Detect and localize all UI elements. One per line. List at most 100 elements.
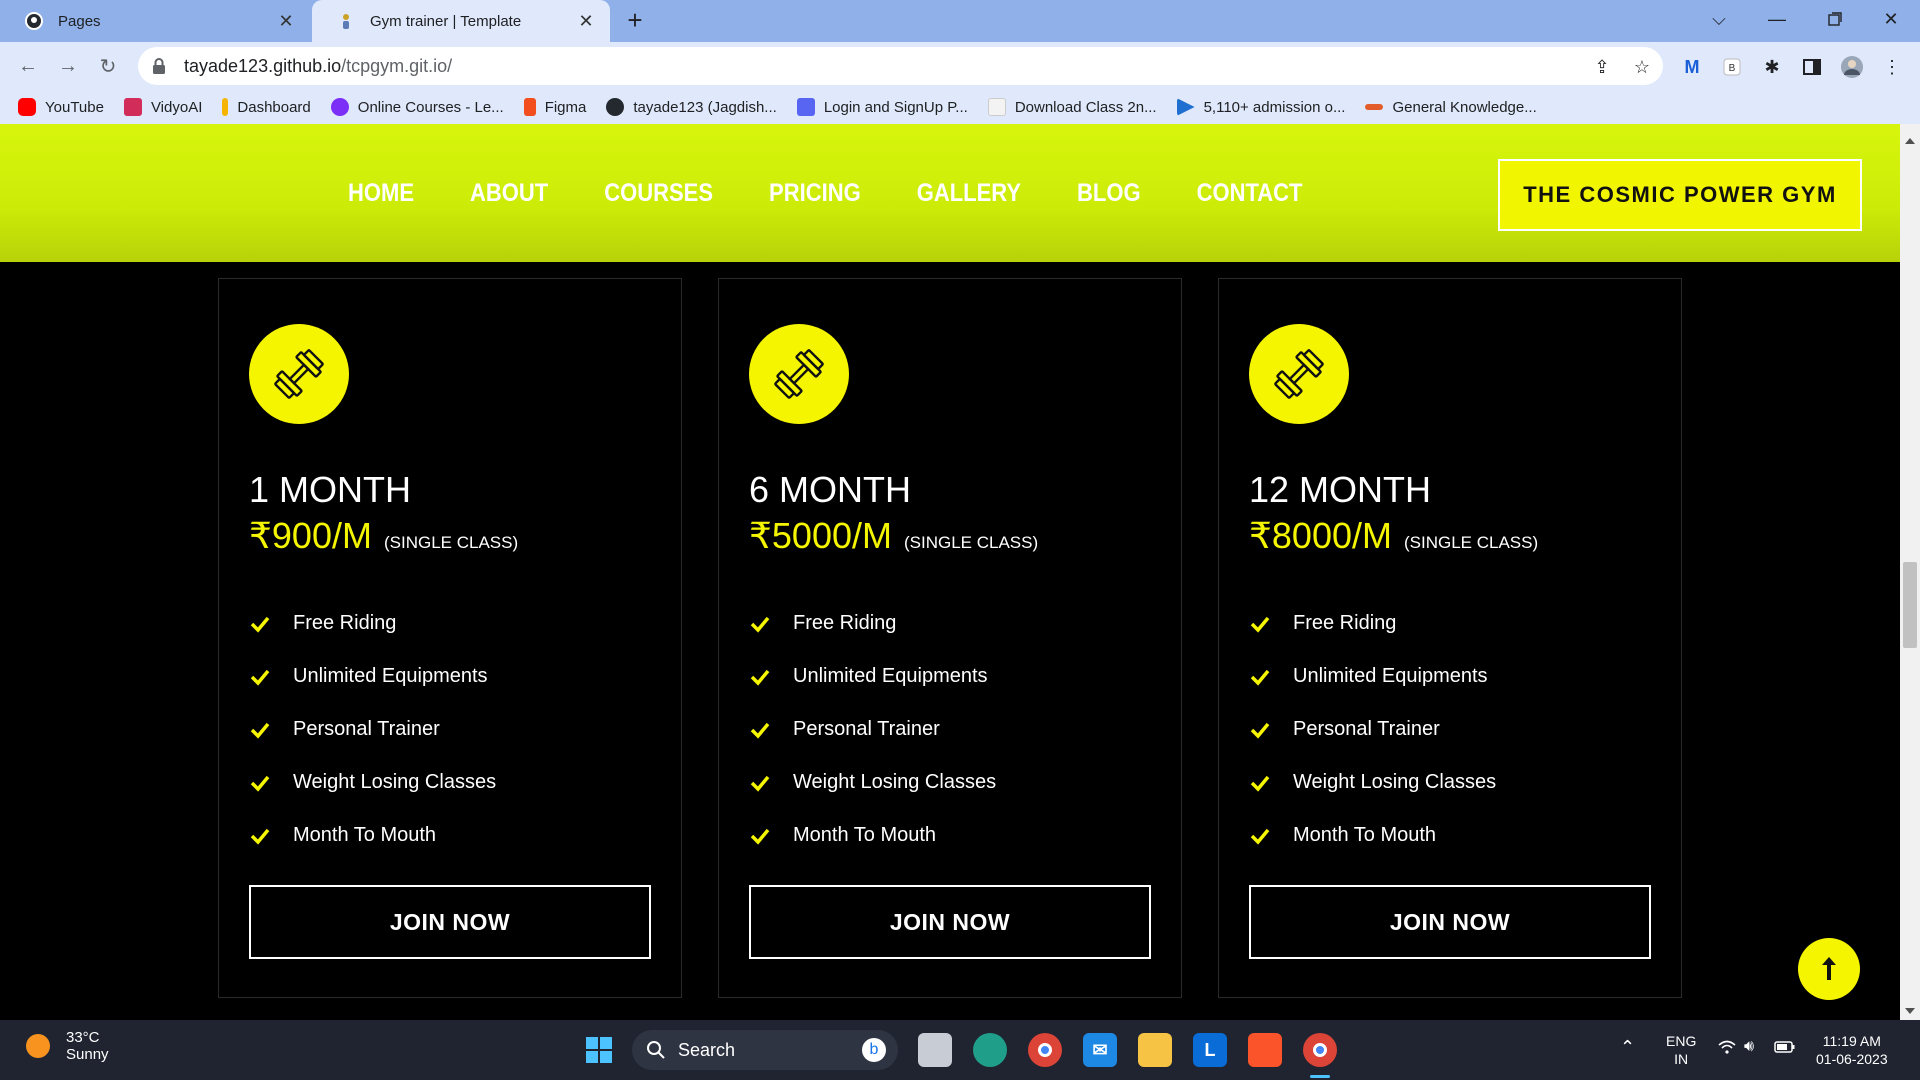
share-icon[interactable]: ⇪ — [1590, 55, 1614, 79]
udemy-icon — [330, 98, 349, 116]
plan-price: ₹5000/M — [749, 515, 892, 556]
nav-blog[interactable]: BLOG — [1077, 178, 1141, 207]
edge-icon[interactable] — [973, 1033, 1007, 1067]
search-icon — [647, 1041, 665, 1059]
address-bar[interactable]: tayade123.github.io/tcpgym.git.io/ — [138, 47, 1663, 85]
browser-menu-icon[interactable]: ⋮ — [1880, 55, 1904, 79]
mail-icon[interactable]: ✉ — [1083, 1033, 1117, 1067]
dumbbell-icon — [749, 324, 849, 424]
b-extension-icon[interactable]: B — [1720, 55, 1744, 79]
download-class-icon — [987, 98, 1006, 116]
bookmark-admissions[interactable]: 5,110+ admission o... — [1176, 98, 1345, 116]
list-item: Personal Trainer — [1249, 703, 1496, 756]
wifi-icon[interactable] — [1718, 1040, 1736, 1058]
back-icon[interactable]: ← — [14, 52, 42, 80]
tray-overflow-chevron-icon[interactable]: ⌃ — [1620, 1038, 1635, 1056]
dumbbell-icon — [249, 324, 349, 424]
taskbar-search[interactable]: Search b — [632, 1030, 898, 1070]
list-item: Weight Losing Classes — [249, 756, 496, 809]
scroll-down-icon[interactable] — [1905, 1008, 1915, 1014]
chrome-icon[interactable] — [1028, 1033, 1062, 1067]
check-icon — [1250, 722, 1270, 739]
nav-gallery[interactable]: GALLERY — [917, 178, 1021, 207]
volume-icon[interactable]: 🔊︎ — [1744, 1038, 1754, 1056]
tab-pages[interactable]: Pages ✕ — [0, 0, 310, 42]
tab-search-chevron-icon[interactable]: ⌵ — [1690, 0, 1748, 38]
minimize-icon[interactable]: — — [1748, 0, 1806, 38]
url-host: tayade123.github.io — [184, 55, 342, 76]
close-tab-icon[interactable]: ✕ — [576, 11, 596, 31]
clock[interactable]: 11:19 AM 01-06-2023 — [1816, 1032, 1888, 1068]
profile-avatar[interactable] — [1840, 55, 1864, 79]
restore-icon[interactable] — [1806, 0, 1864, 38]
list-item: Unlimited Equipments — [749, 650, 996, 703]
file-explorer-icon[interactable] — [1138, 1033, 1172, 1067]
extensions-puzzle-icon[interactable]: ✱ — [1760, 55, 1784, 79]
windows-start-icon[interactable] — [582, 1033, 616, 1067]
side-panel-icon[interactable] — [1800, 55, 1824, 79]
price-row: ₹900/M (SINGLE CLASS) — [249, 515, 518, 557]
list-item: Unlimited Equipments — [249, 650, 496, 703]
nav-pricing[interactable]: PRICING — [769, 178, 861, 207]
l-app-icon[interactable]: L — [1193, 1033, 1227, 1067]
battery-icon[interactable] — [1774, 1040, 1796, 1058]
check-icon — [1250, 669, 1270, 686]
bing-icon: b — [862, 1038, 886, 1062]
list-item: Month To Mouth — [249, 809, 496, 862]
list-item: Weight Losing Classes — [1249, 756, 1496, 809]
check-icon — [750, 828, 770, 845]
scroll-up-icon[interactable] — [1905, 138, 1915, 144]
malwarebytes-extension-icon[interactable]: M — [1680, 55, 1704, 79]
sun-icon — [26, 1034, 50, 1058]
chrome-profile-icon[interactable] — [1303, 1033, 1337, 1067]
nav-home[interactable]: HOME — [348, 178, 414, 207]
bookmark-login-signup[interactable]: Login and SignUp P... — [796, 98, 968, 116]
active-app-indicator — [1310, 1075, 1330, 1078]
language-indicator[interactable]: ENG IN — [1666, 1032, 1696, 1068]
new-tab-icon[interactable]: + — [622, 7, 648, 34]
join-now-button[interactable]: JOIN NOW — [249, 885, 651, 959]
page-scrollbar[interactable] — [1900, 124, 1920, 1020]
bookmark-star-icon[interactable]: ☆ — [1630, 55, 1654, 79]
search-label: Search — [678, 1039, 736, 1060]
list-item: Weight Losing Classes — [749, 756, 996, 809]
tab-gym-trainer[interactable]: Gym trainer | Template ✕ — [312, 0, 610, 42]
bookmark-youtube[interactable]: YouTube — [18, 98, 104, 116]
check-icon — [1250, 616, 1270, 633]
plan-title: 6 MONTH — [749, 469, 911, 510]
join-now-button[interactable]: JOIN NOW — [749, 885, 1151, 959]
bookmark-vidyoai[interactable]: VidyoAI — [123, 98, 202, 116]
feature-list: Free Riding Unlimited Equipments Persona… — [249, 597, 496, 862]
login-page-icon — [796, 98, 815, 116]
gym-favicon-icon — [336, 11, 356, 31]
back-to-top-button[interactable] — [1798, 938, 1860, 1000]
task-view-icon[interactable] — [918, 1033, 952, 1067]
close-tab-icon[interactable]: ✕ — [276, 11, 296, 31]
bookmark-download-class[interactable]: Download Class 2n... — [987, 98, 1157, 116]
nav-courses[interactable]: COURSES — [604, 178, 713, 207]
nav-about[interactable]: ABOUT — [470, 178, 548, 207]
check-icon — [750, 722, 770, 739]
pricing-card-12-month: 12 MONTH ₹8000/M (SINGLE CLASS) Free Rid… — [1218, 278, 1682, 998]
bookmark-general-knowledge[interactable]: General Knowledge... — [1365, 99, 1537, 116]
reload-icon[interactable]: ↻ — [94, 52, 122, 80]
brand-button[interactable]: THE COSMIC POWER GYM — [1498, 159, 1862, 231]
bookmark-dashboard[interactable]: Dashboard — [222, 98, 311, 116]
tab-strip: Pages ✕ Gym trainer | Template ✕ + ⌵ — ✕ — [0, 0, 1920, 42]
price-row: ₹5000/M (SINGLE CLASS) — [749, 515, 1038, 557]
feature-list: Free Riding Unlimited Equipments Persona… — [749, 597, 996, 862]
join-now-button[interactable]: JOIN NOW — [1249, 885, 1651, 959]
list-item: Personal Trainer — [249, 703, 496, 756]
youtube-icon — [18, 98, 36, 116]
forward-icon[interactable]: → — [54, 52, 82, 80]
bookmark-github[interactable]: tayade123 (Jagdish... — [606, 98, 777, 116]
check-icon — [750, 616, 770, 633]
weather-widget[interactable]: 33°C Sunny — [26, 1029, 109, 1063]
svg-text:B: B — [1729, 63, 1736, 74]
close-window-icon[interactable]: ✕ — [1862, 0, 1920, 38]
bookmark-figma[interactable]: Figma — [523, 98, 586, 116]
nav-contact[interactable]: CONTACT — [1197, 178, 1303, 207]
scrollbar-thumb[interactable] — [1903, 562, 1917, 648]
brave-icon[interactable] — [1248, 1033, 1282, 1067]
bookmark-online-courses[interactable]: Online Courses - Le... — [330, 98, 504, 116]
